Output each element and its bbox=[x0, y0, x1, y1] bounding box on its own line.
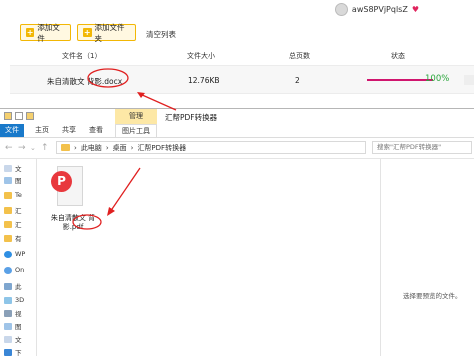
add-folder-label: 添加文件夹 bbox=[94, 22, 125, 43]
breadcrumb-folder[interactable]: 汇帮PDF转换器 bbox=[137, 143, 186, 153]
quick-access-toolbar bbox=[4, 112, 34, 120]
search-input[interactable]: 搜索"汇帮PDF转换器" bbox=[372, 141, 472, 154]
cloud-icon bbox=[4, 250, 12, 258]
converter-toolbar: + 添加文件 + 添加文件夹 清空列表 bbox=[0, 18, 474, 46]
add-folder-button[interactable]: + 添加文件夹 bbox=[77, 22, 136, 43]
chevron-right-icon: › bbox=[74, 143, 77, 152]
chevron-right-icon: › bbox=[105, 143, 109, 152]
up-arrow-icon[interactable]: ↑ bbox=[41, 143, 49, 153]
videos-icon bbox=[4, 309, 12, 317]
folder-icon[interactable] bbox=[4, 112, 12, 120]
address-bar[interactable]: › 此电脑 › 桌面 › 汇帮PDF转换器 bbox=[56, 141, 366, 154]
nav-item-documents-2[interactable]: 文 bbox=[4, 333, 22, 345]
row-action-stub[interactable] bbox=[464, 75, 474, 85]
pdf-file-item[interactable]: P bbox=[51, 166, 83, 206]
chevron-right-icon: › bbox=[130, 143, 134, 152]
computer-icon bbox=[4, 282, 12, 290]
pdf-file-icon: P bbox=[51, 171, 72, 192]
forward-arrow-icon[interactable]: → bbox=[18, 143, 26, 153]
onedrive-icon bbox=[4, 266, 12, 274]
nav-item-3d[interactable]: 3D bbox=[4, 294, 24, 306]
nav-item-folder-te[interactable]: Te bbox=[4, 189, 22, 201]
tab-home[interactable]: 主页 bbox=[33, 124, 51, 137]
folder-icon bbox=[4, 220, 12, 228]
app-top-bar: awS8PVjPqlsZ ♥ bbox=[0, 0, 474, 18]
tab-view[interactable]: 查看 bbox=[87, 124, 105, 137]
nav-item-pictures[interactable]: 图 bbox=[4, 174, 22, 186]
col-filesize: 文件大小 bbox=[187, 52, 215, 60]
back-arrow-icon[interactable]: ← bbox=[5, 143, 13, 153]
history-chevron-icon[interactable]: ⌄ bbox=[30, 144, 36, 152]
tab-share[interactable]: 共享 bbox=[60, 124, 78, 137]
nav-item-downloads[interactable]: 下 bbox=[4, 346, 22, 358]
pictures-icon bbox=[4, 176, 12, 184]
breadcrumb-desktop[interactable]: 桌面 bbox=[113, 143, 127, 153]
username: awS8PVjPqlsZ bbox=[351, 5, 408, 14]
clear-list-button[interactable]: 清空列表 bbox=[146, 29, 176, 40]
nav-item-videos[interactable]: 视 bbox=[4, 307, 22, 319]
nav-item-folder-hui-1[interactable]: 汇 bbox=[4, 204, 22, 216]
address-bar-row: ← → ⌄ ↑ › 此电脑 › 桌面 › 汇帮PDF转换器 搜索"汇帮PDF转换… bbox=[0, 138, 474, 159]
user-area[interactable]: awS8PVjPqlsZ ♥ bbox=[334, 3, 419, 16]
tab-picture-tools[interactable]: 图片工具 bbox=[115, 124, 157, 137]
add-file-button[interactable]: + 添加文件 bbox=[20, 22, 71, 43]
add-file-label: 添加文件 bbox=[37, 22, 60, 43]
file-table-header: 文件名（1） 文件大小 总页数 状态 bbox=[0, 51, 474, 65]
new-folder-icon[interactable] bbox=[26, 112, 34, 120]
preview-placeholder: 选择要预览的文件。 bbox=[403, 292, 462, 300]
folder-icon bbox=[4, 191, 12, 199]
row-filesize: 12.76KB bbox=[188, 76, 220, 85]
col-status: 状态 bbox=[391, 52, 405, 60]
col-pages: 总页数 bbox=[289, 52, 310, 60]
nav-item-onedrive[interactable]: On bbox=[4, 264, 24, 276]
manage-tab[interactable]: 管理 bbox=[115, 109, 157, 124]
ribbon-tabs: 文件 主页 共享 查看 图片工具 bbox=[0, 124, 474, 138]
nav-item-wps[interactable]: WP bbox=[4, 248, 25, 260]
row-pages: 2 bbox=[295, 76, 300, 85]
window-title: 汇帮PDF转换器 bbox=[165, 113, 218, 122]
nav-item-folder-you[interactable]: 有 bbox=[4, 232, 22, 244]
progress-percent: 100% bbox=[425, 74, 450, 84]
nav-item-this-pc[interactable]: 此 bbox=[4, 280, 22, 292]
documents-icon bbox=[4, 335, 12, 343]
user-avatar[interactable] bbox=[334, 3, 348, 16]
progress-fill bbox=[367, 79, 433, 81]
folder-icon bbox=[4, 234, 12, 242]
nav-item-pictures-2[interactable]: 图 bbox=[4, 320, 22, 332]
breadcrumb-this-pc[interactable]: 此电脑 bbox=[81, 143, 102, 153]
progress-bar bbox=[367, 79, 433, 81]
table-row[interactable]: 朱自清散文 背影.docx 12.76KB 2 100% bbox=[10, 65, 474, 94]
folder-content: P 朱自清散文 背影.pdf bbox=[37, 159, 337, 356]
pictures-icon bbox=[4, 322, 12, 330]
add-file-icon: + bbox=[26, 28, 35, 37]
nav-item-documents[interactable]: 文 bbox=[4, 162, 22, 174]
folder-icon bbox=[4, 206, 12, 214]
navigation-pane: 文 图 Te 汇 汇 有 WP On 此 3D 视 图 文 下 bbox=[0, 159, 37, 358]
add-folder-icon: + bbox=[83, 28, 92, 37]
explorer-title-bar: 管理 汇帮PDF转换器 bbox=[0, 109, 474, 124]
tab-file[interactable]: 文件 bbox=[0, 124, 24, 137]
properties-icon[interactable] bbox=[15, 112, 23, 120]
row-filename: 朱自清散文 背影.docx bbox=[47, 77, 123, 86]
documents-icon bbox=[4, 164, 12, 172]
3d-objects-icon bbox=[4, 296, 12, 304]
downloads-icon bbox=[4, 348, 12, 356]
preview-pane: 选择要预览的文件。 bbox=[380, 159, 474, 356]
col-filename: 文件名（1） bbox=[62, 52, 102, 60]
folder-icon bbox=[61, 144, 70, 151]
heart-icon[interactable]: ♥ bbox=[412, 5, 419, 14]
nav-item-folder-hui-2[interactable]: 汇 bbox=[4, 218, 22, 230]
pdf-file-name[interactable]: 朱自清散文 背影.pdf bbox=[42, 214, 104, 232]
file-explorer-window: 管理 汇帮PDF转换器 文件 主页 共享 查看 图片工具 ← → ⌄ ↑ › 此… bbox=[0, 108, 474, 358]
